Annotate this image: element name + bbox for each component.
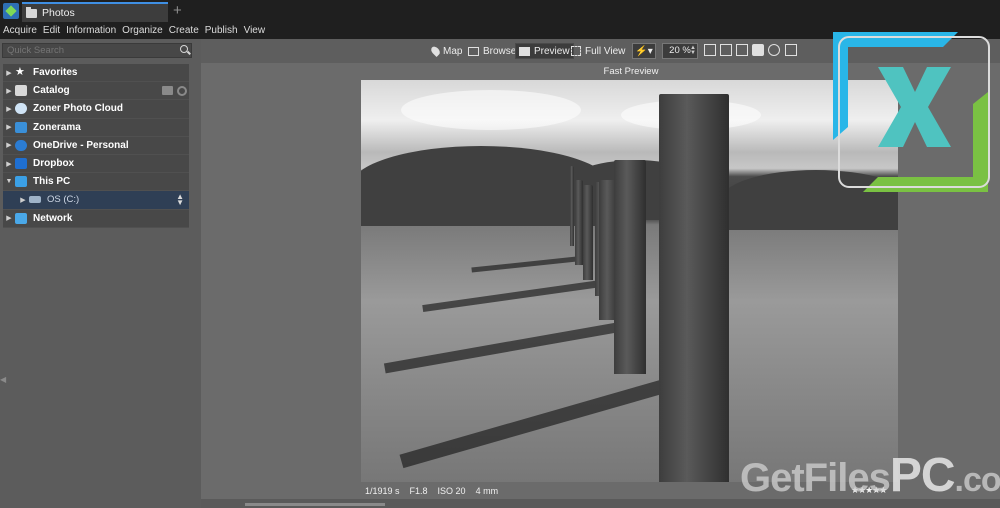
- tab-label: Photos: [42, 7, 75, 19]
- sidebar-item-zoner-photo-cloud[interactable]: ▶ Zoner Photo Cloud: [3, 100, 189, 119]
- menu-publish[interactable]: Publish: [205, 25, 238, 36]
- watermark-logo-icon: [833, 32, 990, 192]
- network-icon: [15, 212, 27, 224]
- preview-button[interactable]: Preview: [515, 43, 574, 59]
- expand-arrow-icon[interactable]: ▶: [3, 123, 15, 131]
- expand-arrow-icon[interactable]: ▶: [3, 160, 15, 168]
- sidebar-item-catalog[interactable]: ▶ Catalog: [3, 82, 189, 101]
- folder-icon: [26, 6, 37, 18]
- wooden-post: [583, 185, 593, 280]
- add-tab-button[interactable]: +: [173, 2, 182, 19]
- sidebar-item-label: Network: [33, 212, 73, 224]
- aperture: F1.8: [409, 486, 428, 496]
- sidebar-item-os-c[interactable]: ▶ OS (C:) ▲ ▼: [3, 191, 189, 210]
- drive-icon: [29, 196, 41, 204]
- sidebar-item-label: Catalog: [33, 85, 70, 97]
- post-shadow: [399, 380, 663, 469]
- wooden-post: [614, 160, 646, 374]
- menu-edit[interactable]: Edit: [43, 25, 60, 36]
- preview-image[interactable]: [361, 80, 898, 482]
- preview-icon: [519, 46, 530, 56]
- expand-arrow-icon[interactable]: ▶: [17, 196, 29, 204]
- shutter-speed: 1/1919 s: [365, 486, 400, 496]
- post-shadow: [383, 320, 632, 374]
- full-view-icon: [571, 46, 581, 56]
- search-icon[interactable]: [180, 45, 188, 53]
- wooden-post: [659, 94, 729, 482]
- sidebar-item-label: OneDrive - Personal: [33, 139, 129, 151]
- focal-length: 4 mm: [475, 486, 499, 496]
- sky-cloud: [401, 90, 581, 130]
- watermark-tld: .com: [954, 461, 1000, 499]
- browser-icon: [468, 46, 479, 56]
- menu-view[interactable]: View: [244, 25, 266, 36]
- sidebar-item-onedrive[interactable]: ▶ OneDrive - Personal: [3, 136, 189, 155]
- sidebar-item-label: This PC: [33, 176, 71, 188]
- full-view-button[interactable]: Full View: [568, 43, 628, 59]
- actual-size-icon[interactable]: [704, 44, 716, 56]
- preview-label: Preview: [534, 45, 570, 57]
- horizontal-scrollbar[interactable]: [245, 503, 385, 506]
- sidebar-item-this-pc[interactable]: ▼ This PC: [3, 173, 189, 192]
- watermark-main: GetFiles: [740, 456, 891, 500]
- sidebar-item-zonerama[interactable]: ▶ Zonerama: [3, 118, 189, 137]
- menu-organize[interactable]: Organize: [122, 25, 163, 36]
- map-pin-icon: [429, 44, 442, 58]
- zonerama-icon: [15, 121, 27, 133]
- sidebar-item-favorites[interactable]: ▶ ★ Favorites: [3, 64, 189, 83]
- lock-icon[interactable]: [752, 44, 764, 56]
- post-shadow: [471, 255, 592, 273]
- collapse-arrow-icon[interactable]: ▼: [3, 178, 15, 185]
- expand-arrow-icon[interactable]: ▶: [3, 141, 15, 149]
- navigator-panel: ▶ ★ Favorites ▶ Catalog ▶ Zoner Photo Cl…: [0, 39, 201, 508]
- compare-icon[interactable]: [785, 44, 797, 56]
- zoom-search-icon[interactable]: [768, 44, 780, 56]
- folder-tree: ▶ ★ Favorites ▶ Catalog ▶ Zoner Photo Cl…: [3, 64, 189, 228]
- tab-photos[interactable]: Photos: [22, 2, 168, 22]
- quick-search-input[interactable]: [2, 43, 192, 58]
- dropbox-icon: [15, 158, 27, 170]
- app-logo-icon[interactable]: [3, 3, 19, 19]
- sidebar-item-label: Zonerama: [33, 121, 81, 133]
- quick-fix-button[interactable]: ⚡ ▾: [632, 43, 656, 59]
- sidebar-item-label: Favorites: [33, 67, 78, 79]
- iso: ISO 20: [437, 486, 466, 496]
- map-label: Map: [443, 45, 463, 57]
- watermark-pc: PC: [889, 449, 956, 502]
- gear-icon[interactable]: [177, 86, 187, 97]
- computer-icon: [15, 176, 27, 188]
- sidebar-item-label: Zoner Photo Cloud: [33, 103, 123, 115]
- sidebar-item-dropbox[interactable]: ▶ Dropbox: [3, 154, 189, 174]
- expand-arrow-icon[interactable]: ▶: [3, 105, 15, 113]
- catalog-actions: [162, 86, 187, 97]
- star-icon: ★: [15, 66, 25, 79]
- sidebar-item-network[interactable]: ▶ Network: [3, 209, 189, 228]
- add-folder-icon[interactable]: [162, 86, 173, 96]
- watermark-text: GetFilesPC.com: [740, 448, 1000, 503]
- title-bar: Photos +: [0, 0, 1000, 22]
- full-view-label: Full View: [585, 45, 626, 57]
- sidebar-item-label: OS (C:): [47, 194, 80, 206]
- menu-information[interactable]: Information: [66, 25, 116, 36]
- sidebar-item-label: Dropbox: [33, 158, 75, 170]
- menu-create[interactable]: Create: [169, 25, 199, 36]
- updown-icon[interactable]: ▲ ▼: [176, 193, 184, 207]
- catalog-icon: [15, 85, 27, 97]
- expand-arrow-icon[interactable]: ▶: [3, 214, 15, 222]
- zoom-stepper-icon[interactable]: ▲ ▼: [690, 45, 696, 56]
- expand-arrow-icon[interactable]: ▶: [3, 87, 15, 95]
- fill-icon[interactable]: [736, 44, 748, 56]
- wooden-post: [575, 180, 583, 265]
- onedrive-icon: [15, 139, 27, 151]
- cloud-icon: [15, 103, 27, 115]
- menu-acquire[interactable]: Acquire: [3, 25, 37, 36]
- flash-icon: ⚡: [635, 45, 648, 57]
- fit-icon[interactable]: [720, 44, 732, 56]
- wooden-post: [570, 166, 574, 246]
- panel-collapse-icon[interactable]: ◀: [0, 375, 6, 384]
- expand-arrow-icon[interactable]: ▶: [3, 69, 15, 77]
- map-button[interactable]: Map: [429, 43, 465, 59]
- post-shadow: [422, 280, 602, 313]
